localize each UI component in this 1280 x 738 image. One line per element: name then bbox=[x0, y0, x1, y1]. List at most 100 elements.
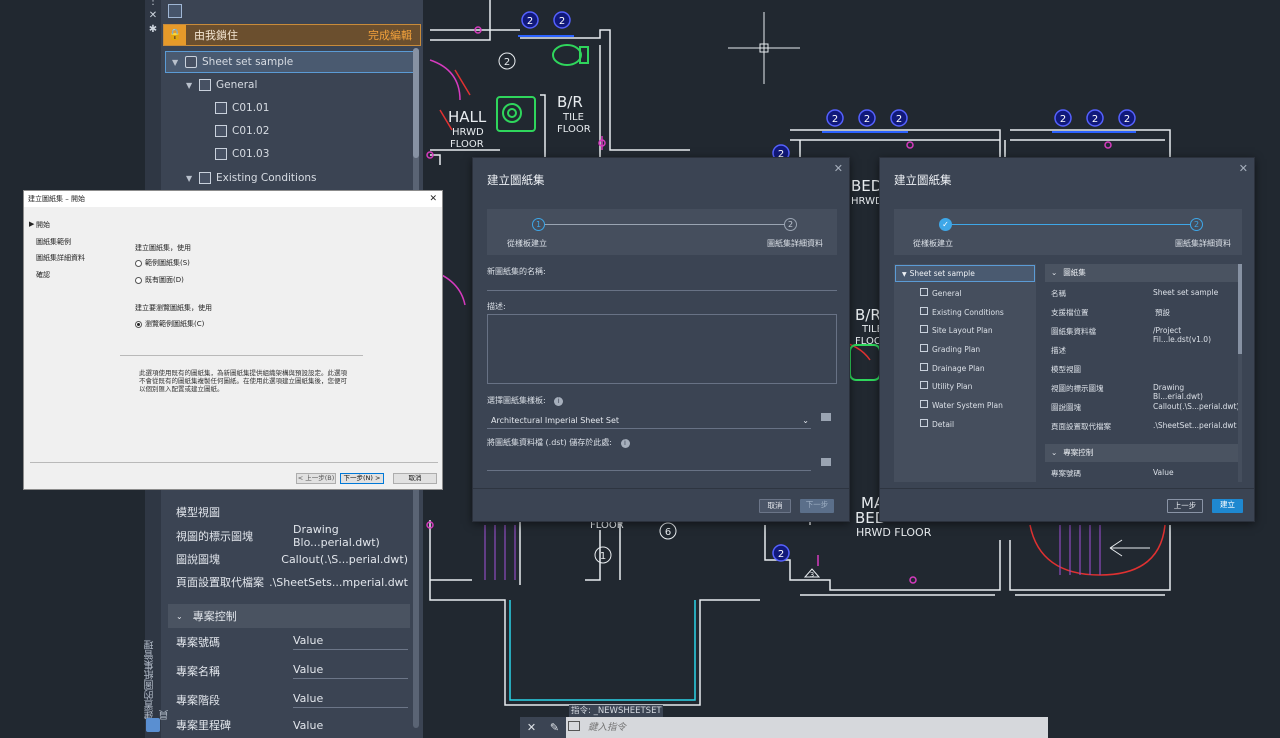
property-row[interactable]: 圖紙集資料檔/Project Fil...le.dst(v1.0) bbox=[1051, 326, 1236, 344]
close-icon[interactable]: ✕ bbox=[429, 191, 437, 207]
step-2-circle: 2 bbox=[1190, 218, 1203, 231]
property-row[interactable]: 描述 bbox=[1051, 345, 1236, 356]
property-row[interactable]: 專案號碼 Value bbox=[1051, 468, 1236, 479]
sheet-set-group-header[interactable]: ⌄ 圖紙集 bbox=[1045, 264, 1238, 282]
property-row[interactable]: 視圖的標示圖塊 Drawing Bl...erial.dwt) bbox=[1051, 383, 1236, 401]
property-row[interactable]: 專案階段 Value bbox=[168, 688, 408, 712]
properties-scrollbar-thumb[interactable] bbox=[1238, 264, 1242, 354]
save-location-label: 將圖紙集資料檔 (.dst) 儲存於此處: i bbox=[487, 437, 630, 448]
tree-root-sheet-set[interactable]: ▼ Sheet set sample bbox=[165, 51, 415, 73]
svg-text:HALL: HALL bbox=[448, 108, 487, 126]
panel-scrollbar-thumb[interactable] bbox=[413, 48, 419, 158]
cancel-button[interactable]: 取消 bbox=[393, 473, 437, 484]
name-input[interactable] bbox=[487, 290, 837, 291]
palette-settings-icon[interactable]: ✱ bbox=[147, 24, 159, 36]
tree-item-sheet[interactable]: C01.01 bbox=[215, 97, 269, 119]
tree-item[interactable]: Site Layout Plan bbox=[920, 325, 993, 335]
step-2-label: 圖紙集詳細資料 bbox=[1175, 239, 1231, 248]
step-2-label: 圖紙集詳細資料 bbox=[767, 239, 823, 248]
tree-item[interactable]: Existing Conditions bbox=[920, 307, 1004, 317]
close-icon[interactable]: ✕ bbox=[527, 721, 536, 734]
folder-icon[interactable] bbox=[821, 458, 831, 466]
property-row[interactable]: 頁面設置取代檔案 .\SheetSet...perial.dwt bbox=[1051, 421, 1237, 432]
tree-item-sheet[interactable]: C01.02 bbox=[215, 120, 269, 142]
existing-drawings-radio[interactable]: 既有圖面(D) bbox=[135, 275, 184, 285]
property-value[interactable]: Value bbox=[293, 692, 408, 708]
tree-item[interactable]: Grading Plan bbox=[920, 344, 980, 354]
svg-text:FLOOR: FLOOR bbox=[450, 139, 484, 150]
svg-text:2: 2 bbox=[896, 114, 902, 125]
property-row[interactable]: 名稱 Sheet set sample bbox=[1051, 288, 1236, 299]
tree-item[interactable]: General bbox=[920, 288, 962, 298]
property-row[interactable]: 專案里程碑 Value bbox=[168, 716, 408, 734]
collapse-icon[interactable]: ▼ bbox=[172, 58, 182, 67]
property-row[interactable]: 圖說圖塊 Callout(.\S...perial.dwt) bbox=[168, 547, 408, 571]
info-icon[interactable]: i bbox=[620, 439, 630, 448]
property-row[interactable]: 專案號碼 Value bbox=[168, 630, 408, 654]
template-label-text: 選擇圖紙集樣板: bbox=[487, 396, 546, 405]
tree-root-sheet-set[interactable]: ▼ Sheet set sample bbox=[895, 265, 1035, 282]
property-row[interactable]: 頁面設置取代檔案 .\SheetSets...mperial.dwt bbox=[168, 570, 408, 594]
property-key: 視圖的標示圖塊 bbox=[1051, 384, 1104, 393]
collapse-icon[interactable]: ⌄ bbox=[1051, 268, 1057, 277]
cancel-button[interactable]: 取消 bbox=[759, 499, 791, 513]
tree-item[interactable]: Water System Plan bbox=[920, 400, 1003, 410]
svg-text:HRWD FLOOR: HRWD FLOOR bbox=[856, 526, 932, 539]
name-label: 新圖紙集的名稱: bbox=[487, 267, 546, 276]
property-row[interactable]: 模型視圖 bbox=[168, 500, 408, 524]
collapse-icon[interactable]: ▼ bbox=[902, 271, 907, 278]
step-1-label: 從樣板建立 bbox=[507, 239, 547, 248]
command-prompt-icon[interactable] bbox=[568, 721, 580, 731]
property-row[interactable]: 視圖的標示圖塊 Drawing Blo...perial.dwt) bbox=[168, 523, 408, 549]
close-icon[interactable]: ✕ bbox=[1239, 162, 1248, 175]
command-input[interactable] bbox=[588, 719, 1038, 736]
browse-example-radio[interactable]: 瀏覽範例圖紙集(C) bbox=[135, 319, 204, 329]
next-button[interactable]: 下一步(N) > bbox=[340, 473, 384, 484]
customize-wrench-icon[interactable]: ✎ bbox=[550, 721, 559, 734]
stepper-track bbox=[545, 224, 785, 225]
property-value[interactable]: Value bbox=[293, 634, 408, 650]
back-button[interactable]: < 上一步(B) bbox=[296, 473, 336, 484]
palette-move-handle[interactable]: ⋮ bbox=[147, 0, 159, 8]
description-textarea[interactable] bbox=[487, 314, 837, 384]
info-icon[interactable]: i bbox=[554, 397, 564, 406]
property-value[interactable]: Value bbox=[293, 663, 408, 679]
sheet-set-menu-icon[interactable] bbox=[168, 4, 182, 18]
next-button[interactable]: 下一步 bbox=[800, 499, 834, 513]
tree-item[interactable]: Detail bbox=[920, 419, 954, 429]
finish-editing-link[interactable]: 完成編輯 bbox=[368, 27, 412, 43]
radio-icon[interactable] bbox=[135, 259, 142, 267]
project-control-group-header[interactable]: ⌄ 專案控制 bbox=[1045, 444, 1238, 462]
tree-item-existing-conditions[interactable]: ▼ Existing Conditions bbox=[186, 167, 317, 189]
close-icon[interactable]: ✕ bbox=[834, 162, 843, 175]
tree-item-label: Existing Conditions bbox=[216, 172, 317, 184]
property-row[interactable]: 圖說圖塊 Callout(.\S...perial.dwt) bbox=[1051, 402, 1239, 413]
example-sheet-set-radio[interactable]: 範例圖紙集(S) bbox=[135, 258, 190, 268]
save-location-input[interactable] bbox=[487, 470, 811, 471]
svg-text:FLOOR: FLOOR bbox=[557, 124, 591, 135]
folder-icon[interactable] bbox=[821, 413, 831, 421]
tree-item-general[interactable]: ▼ General bbox=[186, 74, 257, 96]
chevron-down-icon[interactable]: ⌄ bbox=[802, 413, 809, 429]
tree-item[interactable]: Drainage Plan bbox=[920, 363, 985, 373]
current-step-arrow-icon: ▶ bbox=[29, 220, 35, 228]
create-button[interactable]: 建立 bbox=[1212, 499, 1243, 513]
property-row[interactable]: 專案名稱 Value bbox=[168, 659, 408, 683]
property-key: 專案號碼 bbox=[1051, 469, 1081, 478]
tree-item-sheet[interactable]: C01.03 bbox=[215, 143, 269, 165]
palette-close-icon[interactable]: ✕ bbox=[147, 10, 159, 22]
collapse-icon[interactable]: ⌄ bbox=[176, 612, 183, 621]
property-value[interactable]: Value bbox=[293, 719, 408, 732]
radio-icon[interactable] bbox=[135, 276, 142, 284]
collapse-icon[interactable]: ⌄ bbox=[1051, 448, 1057, 457]
project-control-header[interactable]: ⌄ 專案控制 bbox=[168, 604, 410, 628]
property-row[interactable]: 模型視圖 bbox=[1051, 364, 1236, 375]
template-select[interactable]: Architectural Imperial Sheet Set ⌄ bbox=[487, 413, 811, 429]
radio-selected-icon[interactable] bbox=[135, 320, 142, 328]
property-row[interactable]: 支援檔位置 預設 bbox=[1051, 307, 1236, 318]
tree-item[interactable]: Utility Plan bbox=[920, 381, 972, 391]
back-button[interactable]: 上一步 bbox=[1167, 499, 1203, 513]
collapse-icon[interactable]: ▼ bbox=[186, 174, 196, 183]
property-key: 專案里程碑 bbox=[176, 719, 231, 732]
collapse-icon[interactable]: ▼ bbox=[186, 81, 196, 90]
